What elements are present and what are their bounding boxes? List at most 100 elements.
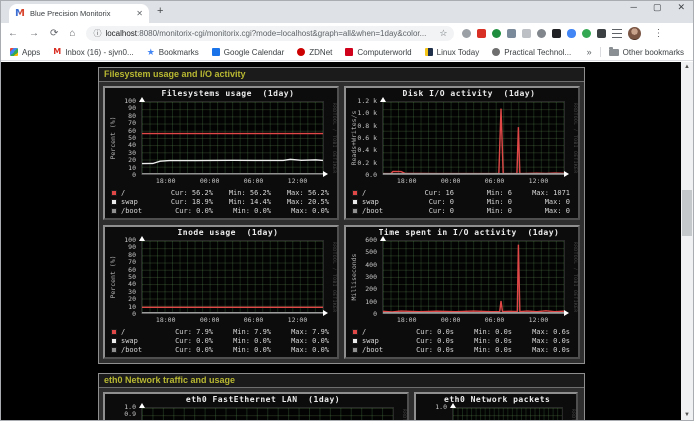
browser-tab[interactable]: M Blue Precision Monitorix ✕ — [9, 4, 149, 23]
rrdtool-watermark: RRDTOOL / TOBI OETIKER — [572, 242, 577, 313]
pocket-extension-icon[interactable] — [567, 29, 576, 38]
graph-eth0-fastethernet-lan[interactable]: eth0 FastEthernet LAN (1day) 1.00.9 RRDT… — [103, 392, 409, 420]
y-axis-arrow-icon — [380, 97, 386, 102]
home-icon[interactable]: ⌂ — [69, 28, 75, 39]
eye-extension-icon[interactable] — [537, 29, 546, 38]
y-tick-label: 0 — [132, 171, 136, 179]
url-host: localhost — [105, 29, 137, 38]
search-extension-icon[interactable] — [462, 29, 471, 38]
site-info-icon[interactable]: ⓘ — [93, 28, 101, 39]
legend-stat-cur: Cur: 0.0s — [396, 328, 454, 336]
plot-area — [141, 407, 394, 420]
legend-stat-min: Min: 0.0% — [213, 346, 271, 354]
y-axis-arrow-icon — [139, 403, 145, 408]
bookmark-inbox[interactable]: M Inbox (16) - sjvn0... — [53, 48, 133, 57]
rrdtool-watermark: RRDTOOL / TOBI OETIKER — [401, 409, 406, 420]
legend-stat-cur: Cur: 0.0s — [396, 337, 454, 345]
bookmark-linux-today[interactable]: Linux Today — [425, 48, 480, 57]
new-tab-button[interactable]: + — [157, 5, 163, 17]
bookmarks-overflow-icon[interactable]: » — [587, 47, 592, 57]
minimize-icon[interactable]: ─ — [631, 2, 637, 13]
other-bookmarks-button[interactable]: Other bookmarks — [609, 48, 684, 57]
bookmark-practical-technology[interactable]: Practical Technol... — [492, 48, 571, 57]
menu-dots-icon[interactable]: ⋮ — [653, 28, 663, 39]
y-tick-label: 0 — [132, 310, 136, 318]
y-tick-label: 20 — [128, 156, 136, 164]
copy-extension-icon[interactable] — [507, 29, 516, 38]
page-scrollbar[interactable]: ▲ ▼ — [681, 62, 693, 420]
series-line-swap — [142, 159, 323, 163]
legend-stat-cur: Cur: 7.9% — [155, 328, 213, 336]
computerworld-icon — [345, 48, 353, 56]
section-filesystem: Filesystem usage and I/O activity Filesy… — [98, 67, 585, 364]
y-tick-label: 0.8 k — [357, 122, 377, 130]
y-tick-label: 300 — [365, 273, 377, 281]
legend-stat-max: Max: 0.0s — [512, 337, 570, 345]
legend-stat-cur: Cur: 0.0% — [155, 346, 213, 354]
legend-row: swapCur: 18.9%Min: 14.4%Max: 20.5% — [111, 197, 329, 206]
address-bar[interactable]: ⓘ localhost:8080/monitorix-cgi/monitorix… — [86, 26, 454, 41]
series-line-/ — [383, 245, 564, 312]
bookmark-bookmarks[interactable]: ★ Bookmarks — [147, 48, 199, 57]
legend-row: /Cur: 56.2%Min: 56.2%Max: 56.2% — [111, 188, 329, 197]
bookmark-star-icon[interactable]: ☆ — [439, 28, 447, 39]
legend-name: /boot — [362, 207, 396, 215]
graph-filesystems-usage[interactable]: Filesystems usage (1day) Percent (%) 010… — [103, 86, 339, 220]
y-tick-label: 80 — [128, 251, 136, 259]
monitorix-favicon: M — [15, 9, 25, 19]
legend-swatch — [352, 190, 358, 196]
legend-row: /bootCur: 0.0sMin: 0.0sMax: 0.0s — [352, 345, 570, 354]
y-tick-label: 90 — [128, 243, 136, 251]
reload-icon[interactable]: ⟳ — [50, 28, 58, 39]
x-tick-label: 12:00 — [529, 316, 549, 324]
apps-grid-icon — [10, 48, 18, 56]
globe-extension-icon[interactable] — [492, 29, 501, 38]
bookmark-label: ZDNet — [309, 48, 332, 57]
graph-inode-usage[interactable]: Inode usage (1day) Percent (%) 010203040… — [103, 225, 339, 359]
close-icon[interactable]: ✕ — [677, 2, 685, 13]
calendar-icon — [212, 48, 220, 56]
x-tick-label: 00:00 — [200, 177, 220, 185]
mail-extension-icon[interactable] — [477, 29, 486, 38]
back-icon[interactable]: ← — [8, 28, 18, 39]
tune-icon[interactable] — [612, 29, 622, 38]
y-axis-ticks: 1.0 — [416, 407, 449, 420]
graph-disk-io-activity[interactable]: Disk I/O activity (1day) Reads+Writes/s … — [344, 86, 580, 220]
legend-swatch — [352, 329, 358, 335]
graph-eth0-network-packets[interactable]: eth0 Network packets (1day) Packets/s 1.… — [414, 392, 578, 420]
section-body: eth0 FastEthernet LAN (1day) 1.00.9 RRDT… — [99, 388, 584, 420]
maximize-icon[interactable]: ▢ — [653, 2, 662, 13]
dark-extension-icon[interactable] — [552, 29, 561, 38]
legend-stat-max: Max: 0.0s — [512, 346, 570, 354]
bookmark-computerworld[interactable]: Computerworld — [345, 48, 411, 57]
forward-icon[interactable]: → — [29, 28, 39, 39]
y-tick-label: 1.0 k — [357, 109, 377, 117]
bookmark-label: Bookmarks — [159, 48, 199, 57]
legend-stat-min: Min: 0.0s — [454, 337, 512, 345]
legend-stat-max: Max: 0.6s — [512, 328, 570, 336]
y-tick-label: 30 — [128, 149, 136, 157]
bookmark-apps[interactable]: Apps — [10, 48, 40, 57]
legend-stat-max: Max: 7.9% — [271, 328, 329, 336]
legend-row: swapCur: 0Min: 0Max: 0 — [352, 197, 570, 206]
bookmark-label: Linux Today — [437, 48, 480, 57]
y-tick-label: 70 — [128, 119, 136, 127]
series-line-/ — [383, 109, 564, 174]
legend-name: swap — [121, 198, 155, 206]
bookmark-zdnet[interactable]: ZDNet — [297, 48, 332, 57]
tab-close-icon[interactable]: ✕ — [136, 9, 143, 18]
graph-legend: /Cur: 0.0sMin: 0.0sMax: 0.6sswapCur: 0.0… — [352, 327, 570, 354]
y-axis-ticks: 0102030405060708090100 — [105, 240, 138, 314]
scrollbar-down-icon[interactable]: ▼ — [681, 410, 693, 420]
green-extension-icon[interactable] — [582, 29, 591, 38]
bookmark-google-calendar[interactable]: Google Calendar — [212, 48, 284, 57]
scrollbar-thumb[interactable] — [682, 190, 692, 236]
pin-extension-icon[interactable] — [597, 29, 606, 38]
gray-extension-icon[interactable] — [522, 29, 531, 38]
legend-stat-max: Max: 0 — [512, 207, 570, 215]
y-axis-ticks: 0102030405060708090100 — [105, 101, 138, 175]
scrollbar-up-icon[interactable]: ▲ — [681, 62, 693, 72]
graph-time-spent-io[interactable]: Time spent in I/O activity (1day) Millis… — [344, 225, 580, 359]
profile-avatar[interactable] — [628, 27, 641, 40]
legend-stat-max: Max: 0.0% — [271, 346, 329, 354]
